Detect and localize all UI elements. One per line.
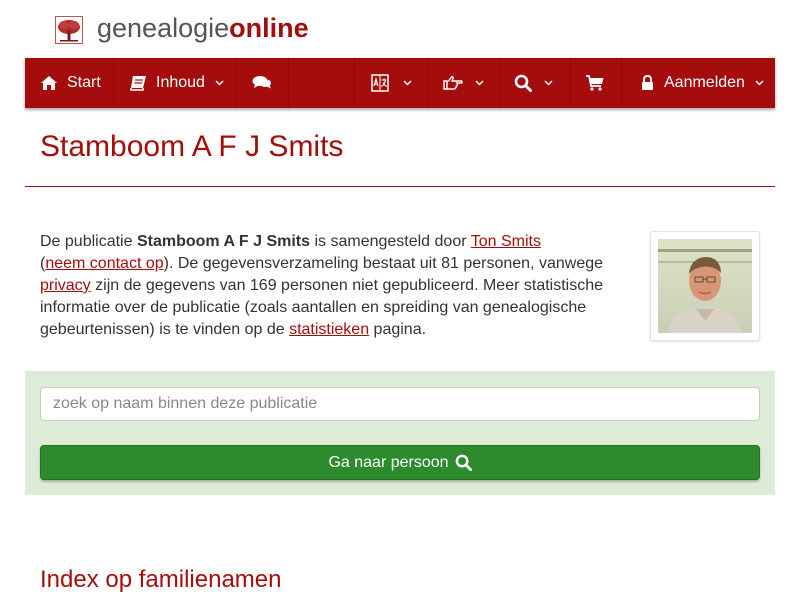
statistics-link[interactable]: statistieken xyxy=(289,321,369,338)
chevron-down-icon xyxy=(403,80,412,86)
lock-icon xyxy=(642,75,653,90)
author-photo xyxy=(658,239,752,333)
goto-person-button[interactable]: Ga naar persoon xyxy=(40,445,760,480)
person-search-input[interactable] xyxy=(40,387,760,421)
publication-name: Stamboom A F J Smits xyxy=(136,233,311,250)
language-icon xyxy=(371,74,389,92)
hand-point-icon xyxy=(443,75,463,90)
person-search-panel: Ga naar persoon xyxy=(25,371,775,495)
chevron-down-icon xyxy=(755,80,764,86)
intro-text: ). De gegevensverzameling bestaat uit 81… xyxy=(163,255,604,272)
intro-text: is samengesteld door xyxy=(310,233,471,250)
tree-logo-icon[interactable] xyxy=(55,16,83,44)
chevron-down-icon xyxy=(215,80,224,86)
nav-cart[interactable] xyxy=(571,58,622,108)
nav-start-label: Start xyxy=(67,74,101,91)
book-icon xyxy=(130,76,146,91)
nav-login[interactable]: Aanmelden xyxy=(622,58,775,108)
nav-language[interactable] xyxy=(354,58,428,108)
nav-search[interactable] xyxy=(500,58,571,108)
author-link[interactable]: Ton Smits xyxy=(471,233,541,250)
goto-person-label: Ga naar persoon xyxy=(328,453,449,471)
intro-text: De publicatie xyxy=(40,233,137,250)
nav-login-label: Aanmelden xyxy=(664,74,745,91)
page-title-section: Stamboom A F J Smits xyxy=(25,118,775,187)
nav-comments[interactable] xyxy=(237,58,289,108)
site-logo[interactable]: genealogieonline xyxy=(97,12,309,44)
privacy-link[interactable]: privacy xyxy=(40,277,91,294)
search-icon xyxy=(514,74,532,92)
contact-link[interactable]: neem contact op xyxy=(45,255,163,272)
site-header: genealogieonline xyxy=(0,0,800,58)
nav-hand[interactable] xyxy=(428,58,500,108)
chevron-down-icon xyxy=(544,80,553,86)
main-navbar: Start Inhoud Aanmelden xyxy=(25,58,775,108)
shopping-cart-icon xyxy=(586,75,604,91)
intro-text: pagina. xyxy=(369,321,427,338)
logo-text-online: online xyxy=(229,13,309,43)
publication-intro: De publicatie Stamboom A F J Smits is sa… xyxy=(40,231,620,341)
logo-text-genealogie: genealogie xyxy=(97,13,230,43)
home-icon xyxy=(41,76,57,90)
author-photo-frame[interactable] xyxy=(650,231,760,341)
nav-inhoud[interactable]: Inhoud xyxy=(114,58,237,108)
page-title: Stamboom A F J Smits xyxy=(40,130,344,163)
nav-inhoud-label: Inhoud xyxy=(156,74,205,91)
nav-start[interactable]: Start xyxy=(25,58,114,108)
comments-icon xyxy=(252,76,271,89)
search-icon xyxy=(455,454,472,471)
surname-index-title: Index op familienamen xyxy=(40,566,282,593)
chevron-down-icon xyxy=(475,80,484,86)
